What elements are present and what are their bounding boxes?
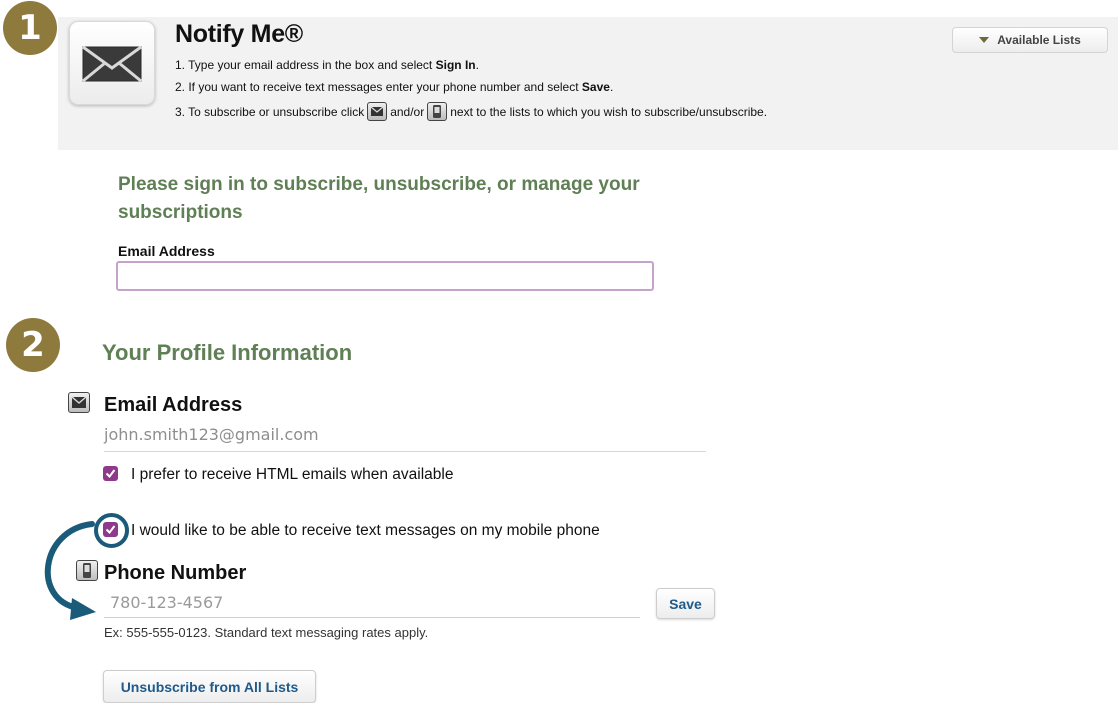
profile-heading: Your Profile Information xyxy=(102,340,353,365)
html-email-checkbox[interactable] xyxy=(103,466,118,481)
phone-hint: Ex: 555-555-0123. Standard text messagin… xyxy=(104,625,429,640)
available-lists-button[interactable]: Available Lists xyxy=(952,27,1108,53)
available-lists-label: Available Lists xyxy=(997,33,1081,47)
instruction-step-3: 3. To subscribe or unsubscribe click and… xyxy=(175,102,767,121)
mobile-phone-icon xyxy=(76,560,98,581)
mobile-phone-icon xyxy=(427,102,448,121)
profile-email-value: john.smith123@gmail.com xyxy=(104,425,706,452)
save-button[interactable]: Save xyxy=(656,588,715,619)
instruction-step-1: 1. Type your email address in the box an… xyxy=(175,58,479,72)
envelope-icon xyxy=(367,102,388,121)
signin-email-input[interactable] xyxy=(116,261,654,291)
step-badge-2: 2 xyxy=(6,318,60,372)
envelope-icon xyxy=(68,392,90,413)
step-badge-1: 1 xyxy=(3,1,57,55)
page-title: Notify Me® xyxy=(175,20,303,48)
phone-number-input[interactable] xyxy=(104,587,640,618)
checkmark-icon xyxy=(105,525,116,535)
signin-heading: Please sign in to subscribe, unsubscribe… xyxy=(118,174,640,223)
triangle-down-icon xyxy=(979,37,990,43)
email-label: Email Address xyxy=(118,243,215,259)
notify-header-panel: Notify Me® 1. Type your email address in… xyxy=(58,17,1118,150)
envelope-icon xyxy=(69,21,155,105)
phone-number-title: Phone Number xyxy=(104,562,247,584)
text-messages-checkbox[interactable] xyxy=(103,522,118,537)
checkmark-icon xyxy=(105,469,116,479)
unsubscribe-all-button[interactable]: Unsubscribe from All Lists xyxy=(103,670,316,703)
profile-email-title: Email Address xyxy=(104,394,243,416)
instruction-step-2: 2. If you want to receive text messages … xyxy=(175,80,614,94)
text-messages-checkbox-label: I would like to be able to receive text … xyxy=(131,522,600,539)
html-email-checkbox-label: I prefer to receive HTML emails when ava… xyxy=(131,466,454,483)
